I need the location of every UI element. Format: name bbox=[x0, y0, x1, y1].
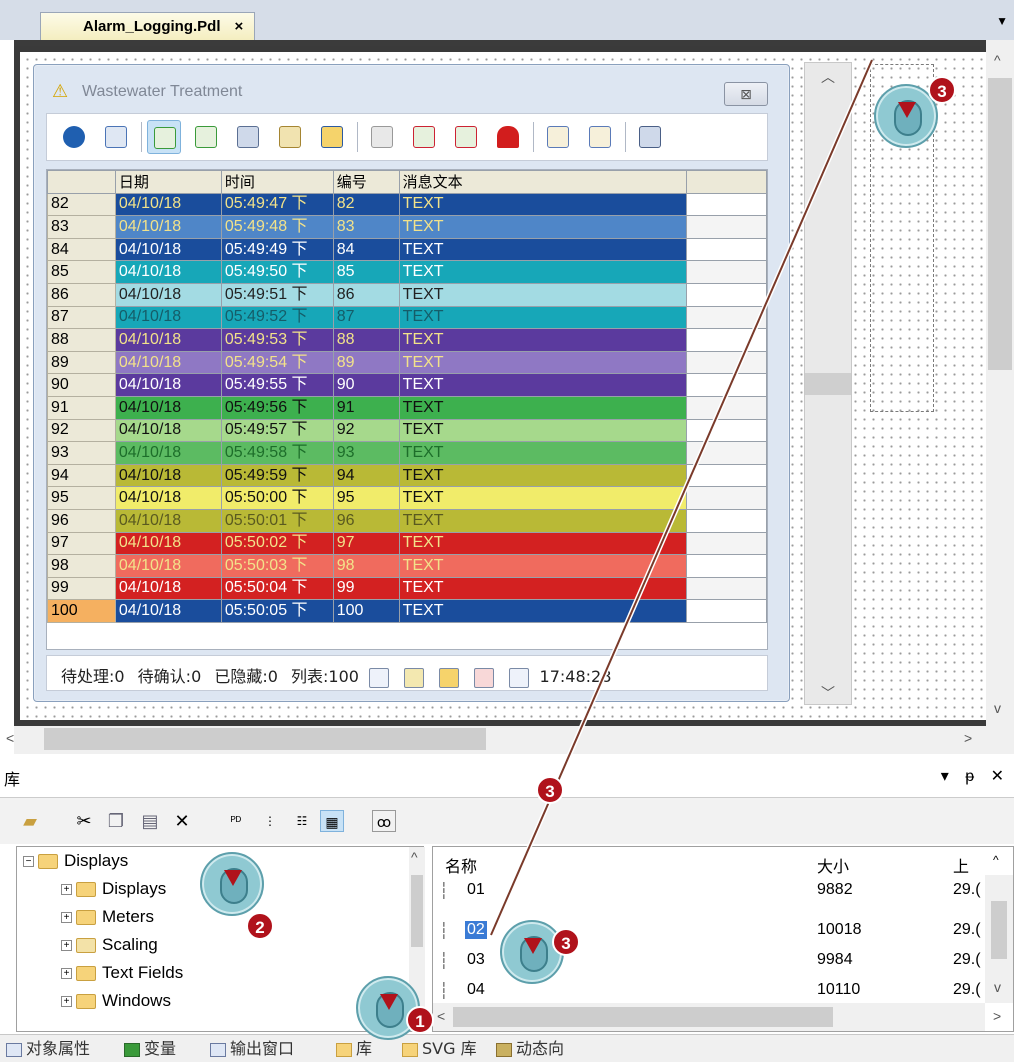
app-root: Alarm_Logging.Pdl × ▼ ︿ ﹀ ^ v < > ⚠ Waste… bbox=[0, 0, 1014, 1062]
step-badge: 3 bbox=[552, 928, 580, 956]
step-badge: 1 bbox=[406, 1006, 434, 1034]
step-badge: 3 bbox=[536, 776, 564, 804]
step-badge: 2 bbox=[246, 912, 274, 940]
drag-path-overlay bbox=[488, 59, 875, 936]
mouse-callout-drag-object bbox=[500, 920, 564, 984]
step-badge: 3 bbox=[928, 76, 956, 104]
mouse-callout-select-folder bbox=[200, 852, 264, 916]
